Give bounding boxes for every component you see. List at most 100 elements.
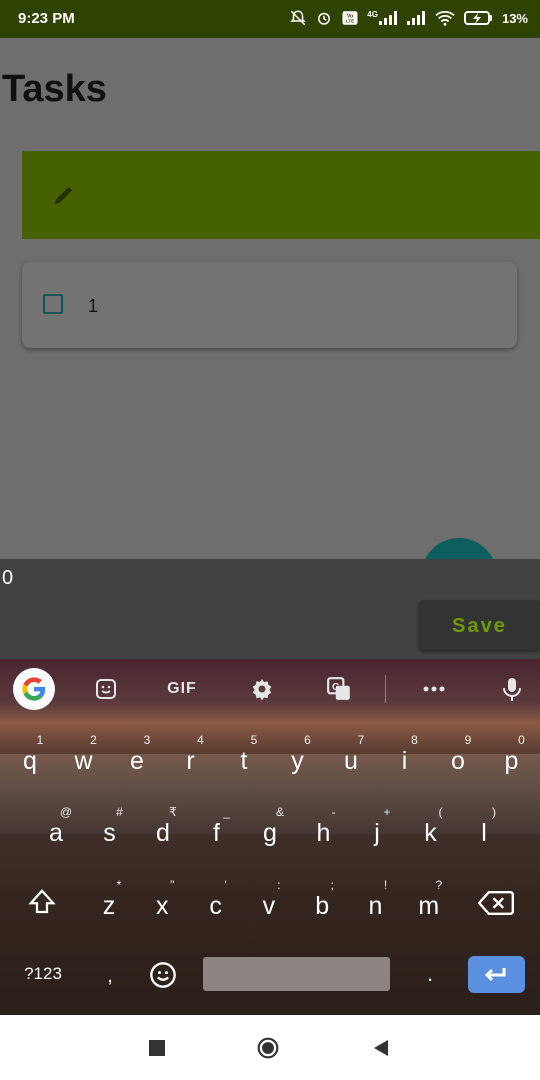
- key-hint: 9: [464, 733, 472, 747]
- status-time: 9:23 PM: [18, 10, 75, 27]
- key-label: e: [130, 747, 144, 775]
- key-n[interactable]: ! n: [356, 874, 396, 924]
- key-a[interactable]: @ a: [36, 801, 76, 851]
- key-r[interactable]: 4r: [171, 729, 211, 779]
- key-h[interactable]: -h: [304, 801, 344, 851]
- network-type: 4G: [367, 9, 378, 19]
- translate-icon[interactable]: G: [325, 672, 353, 706]
- key-label: d: [156, 819, 170, 847]
- key-hint: 2: [90, 733, 97, 747]
- period-key[interactable]: .: [420, 959, 440, 989]
- key-z[interactable]: * z: [89, 874, 129, 924]
- signal-icon-2: [406, 11, 425, 25]
- key-w[interactable]: 2w: [64, 729, 104, 779]
- key-label: m: [418, 892, 440, 920]
- key-hint: @: [59, 805, 73, 819]
- add-task-fab[interactable]: [421, 538, 497, 559]
- key-hint: 1: [36, 733, 44, 747]
- emoji-icon[interactable]: [147, 959, 179, 991]
- key-label: x: [156, 892, 169, 920]
- task-card[interactable]: 1: [22, 262, 517, 348]
- save-button[interactable]: Save: [419, 600, 540, 650]
- key-v[interactable]: :v: [249, 874, 289, 924]
- key-p[interactable]: 0p: [492, 729, 532, 779]
- settings-icon[interactable]: [248, 672, 276, 706]
- key-o[interactable]: 9o: [438, 729, 478, 779]
- svg-text:LTE: LTE: [346, 19, 354, 24]
- volte-icon: VoLTE: [342, 11, 358, 25]
- key-hint: 0: [518, 733, 525, 747]
- key-u[interactable]: 7u: [331, 729, 371, 779]
- key-label: v: [262, 892, 276, 920]
- status-icons: Vo LTE 4G 13%: [289, 9, 528, 27]
- key-hint: ): [492, 805, 496, 819]
- key-i[interactable]: 8i: [385, 729, 425, 779]
- alarm-icon: [318, 12, 331, 25]
- key-label: w: [74, 747, 93, 775]
- key-label: r: [186, 747, 195, 775]
- navigation-bar: [0, 1015, 540, 1080]
- key-hint: #: [116, 805, 123, 819]
- key-hint: _: [223, 805, 230, 819]
- keyboard: GIF G 1q 2w 3e 4r 5t 6y 7u 8i 9o 0p @ a # s ₹ d _ f & g - h +…: [0, 659, 540, 1015]
- space-key[interactable]: [203, 957, 390, 991]
- pencil-icon[interactable]: [50, 181, 78, 209]
- key-s[interactable]: # s: [90, 801, 130, 851]
- dialog-input[interactable]: 0: [2, 567, 13, 590]
- key-t[interactable]: 5t: [224, 729, 264, 779]
- key-m[interactable]: ? m: [409, 874, 449, 924]
- backspace-key[interactable]: [478, 887, 514, 919]
- key-q[interactable]: 1q: [10, 729, 50, 779]
- key-b[interactable]: ; b: [302, 874, 342, 924]
- key-label: p: [504, 747, 519, 775]
- task-checkbox[interactable]: [43, 294, 63, 314]
- key-e[interactable]: 3e: [117, 729, 157, 779]
- wifi-icon: [435, 11, 455, 26]
- new-task-bar[interactable]: [22, 151, 540, 239]
- key-hint: ;: [330, 878, 334, 892]
- key-label: k: [424, 819, 437, 847]
- key-label: a: [49, 819, 63, 847]
- key-c[interactable]: ' c: [196, 874, 236, 924]
- key-label: j: [374, 819, 380, 847]
- key-hint: +: [383, 805, 391, 819]
- battery-percent: 13%: [501, 10, 528, 26]
- key-j[interactable]: + j: [357, 801, 397, 851]
- key-y[interactable]: 6y: [278, 729, 318, 779]
- key-f[interactable]: _ f: [197, 801, 237, 851]
- key-hint: !: [383, 878, 388, 892]
- back-icon[interactable]: [370, 1037, 392, 1059]
- mic-icon[interactable]: [498, 672, 526, 706]
- key-k[interactable]: (k: [411, 801, 451, 851]
- key-g[interactable]: & g: [250, 801, 290, 851]
- key-hint: 6: [304, 733, 311, 747]
- task-label: 1: [88, 296, 99, 316]
- more-icon[interactable]: [420, 672, 448, 706]
- shift-key[interactable]: [27, 885, 57, 919]
- status-bar: 9:23 PM Vo LTE 4G 13%: [0, 0, 540, 38]
- gif-button[interactable]: GIF: [160, 672, 204, 706]
- tasks-screen: Tasks 1: [0, 38, 540, 559]
- key-hint: 8: [411, 733, 418, 747]
- key-label: h: [316, 819, 331, 847]
- key-label: z: [102, 892, 116, 920]
- key-l[interactable]: ) l: [464, 801, 504, 851]
- enter-key[interactable]: [468, 956, 525, 993]
- key-hint: 4: [197, 733, 204, 747]
- key-label: s: [103, 819, 116, 847]
- key-hint: (: [438, 805, 443, 819]
- comma-key[interactable]: ,: [100, 961, 120, 991]
- symbols-key[interactable]: ?123: [18, 959, 68, 989]
- key-x[interactable]: " x: [142, 874, 182, 924]
- sticker-icon[interactable]: [92, 672, 120, 706]
- key-label: i: [401, 747, 408, 775]
- key-d[interactable]: ₹ d: [143, 801, 183, 851]
- key-label: n: [368, 892, 383, 920]
- recents-icon[interactable]: [146, 1037, 168, 1059]
- key-hint: &: [275, 805, 284, 819]
- key-label: c: [209, 892, 222, 920]
- key-hint: -: [331, 805, 336, 819]
- google-icon[interactable]: [13, 668, 55, 710]
- home-icon[interactable]: [257, 1037, 279, 1059]
- key-hint: ': [224, 878, 227, 892]
